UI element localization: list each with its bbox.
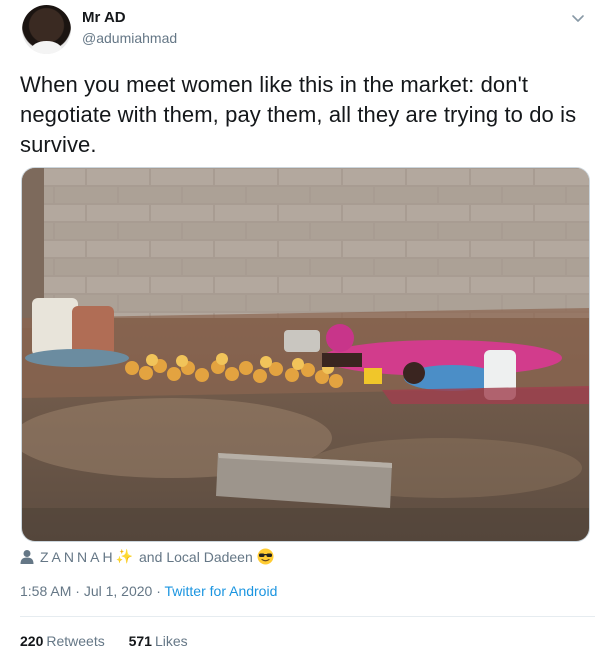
likes-count: 571 — [128, 633, 152, 649]
divider — [20, 616, 595, 617]
tweet-meta: 1:58 AM · Jul 1, 2020 · Twitter for Andr… — [20, 583, 277, 599]
sparkles-icon: ✨ — [115, 548, 133, 564]
person-icon — [20, 549, 34, 564]
meta-separator: · — [152, 583, 165, 599]
tweet-source-link[interactable]: Twitter for Android — [165, 583, 278, 599]
likers-connector: and — [139, 548, 163, 565]
market-photo — [22, 168, 589, 541]
author-name[interactable]: Mr AD — [82, 9, 126, 26]
likes-count-link[interactable]: 571 Likes — [129, 633, 188, 649]
tweet-date[interactable]: Jul 1, 2020 — [84, 583, 153, 599]
meta-separator: · — [71, 583, 84, 599]
liker-name-local-dadeen[interactable]: Local Dadeen — [166, 549, 252, 565]
likes-label: Likes — [154, 633, 188, 649]
tweet-text: When you meet women like this in the mar… — [20, 72, 577, 157]
author-handle[interactable]: @adumiahmad — [82, 30, 177, 46]
sunglasses-emoji-icon — [257, 548, 274, 565]
tweet-photo[interactable] — [21, 167, 590, 542]
retweets-count: 220 — [20, 633, 44, 649]
liker-name-zannah[interactable]: ZANNAH — [40, 549, 116, 565]
avatar[interactable] — [22, 5, 71, 54]
tweet-card: Mr AD @adumiahmad When you meet women li… — [0, 0, 615, 664]
retweets-count-link[interactable]: 220 Retweets — [20, 633, 109, 649]
tweet-stats: 220 Retweets 571 Likes — [20, 633, 208, 649]
likers-row: ZANNAH ✨ and Local Dadeen — [20, 548, 274, 565]
retweets-label: Retweets — [46, 633, 105, 649]
chevron-down-icon[interactable] — [568, 9, 588, 29]
tweet-time[interactable]: 1:58 AM — [20, 583, 71, 599]
